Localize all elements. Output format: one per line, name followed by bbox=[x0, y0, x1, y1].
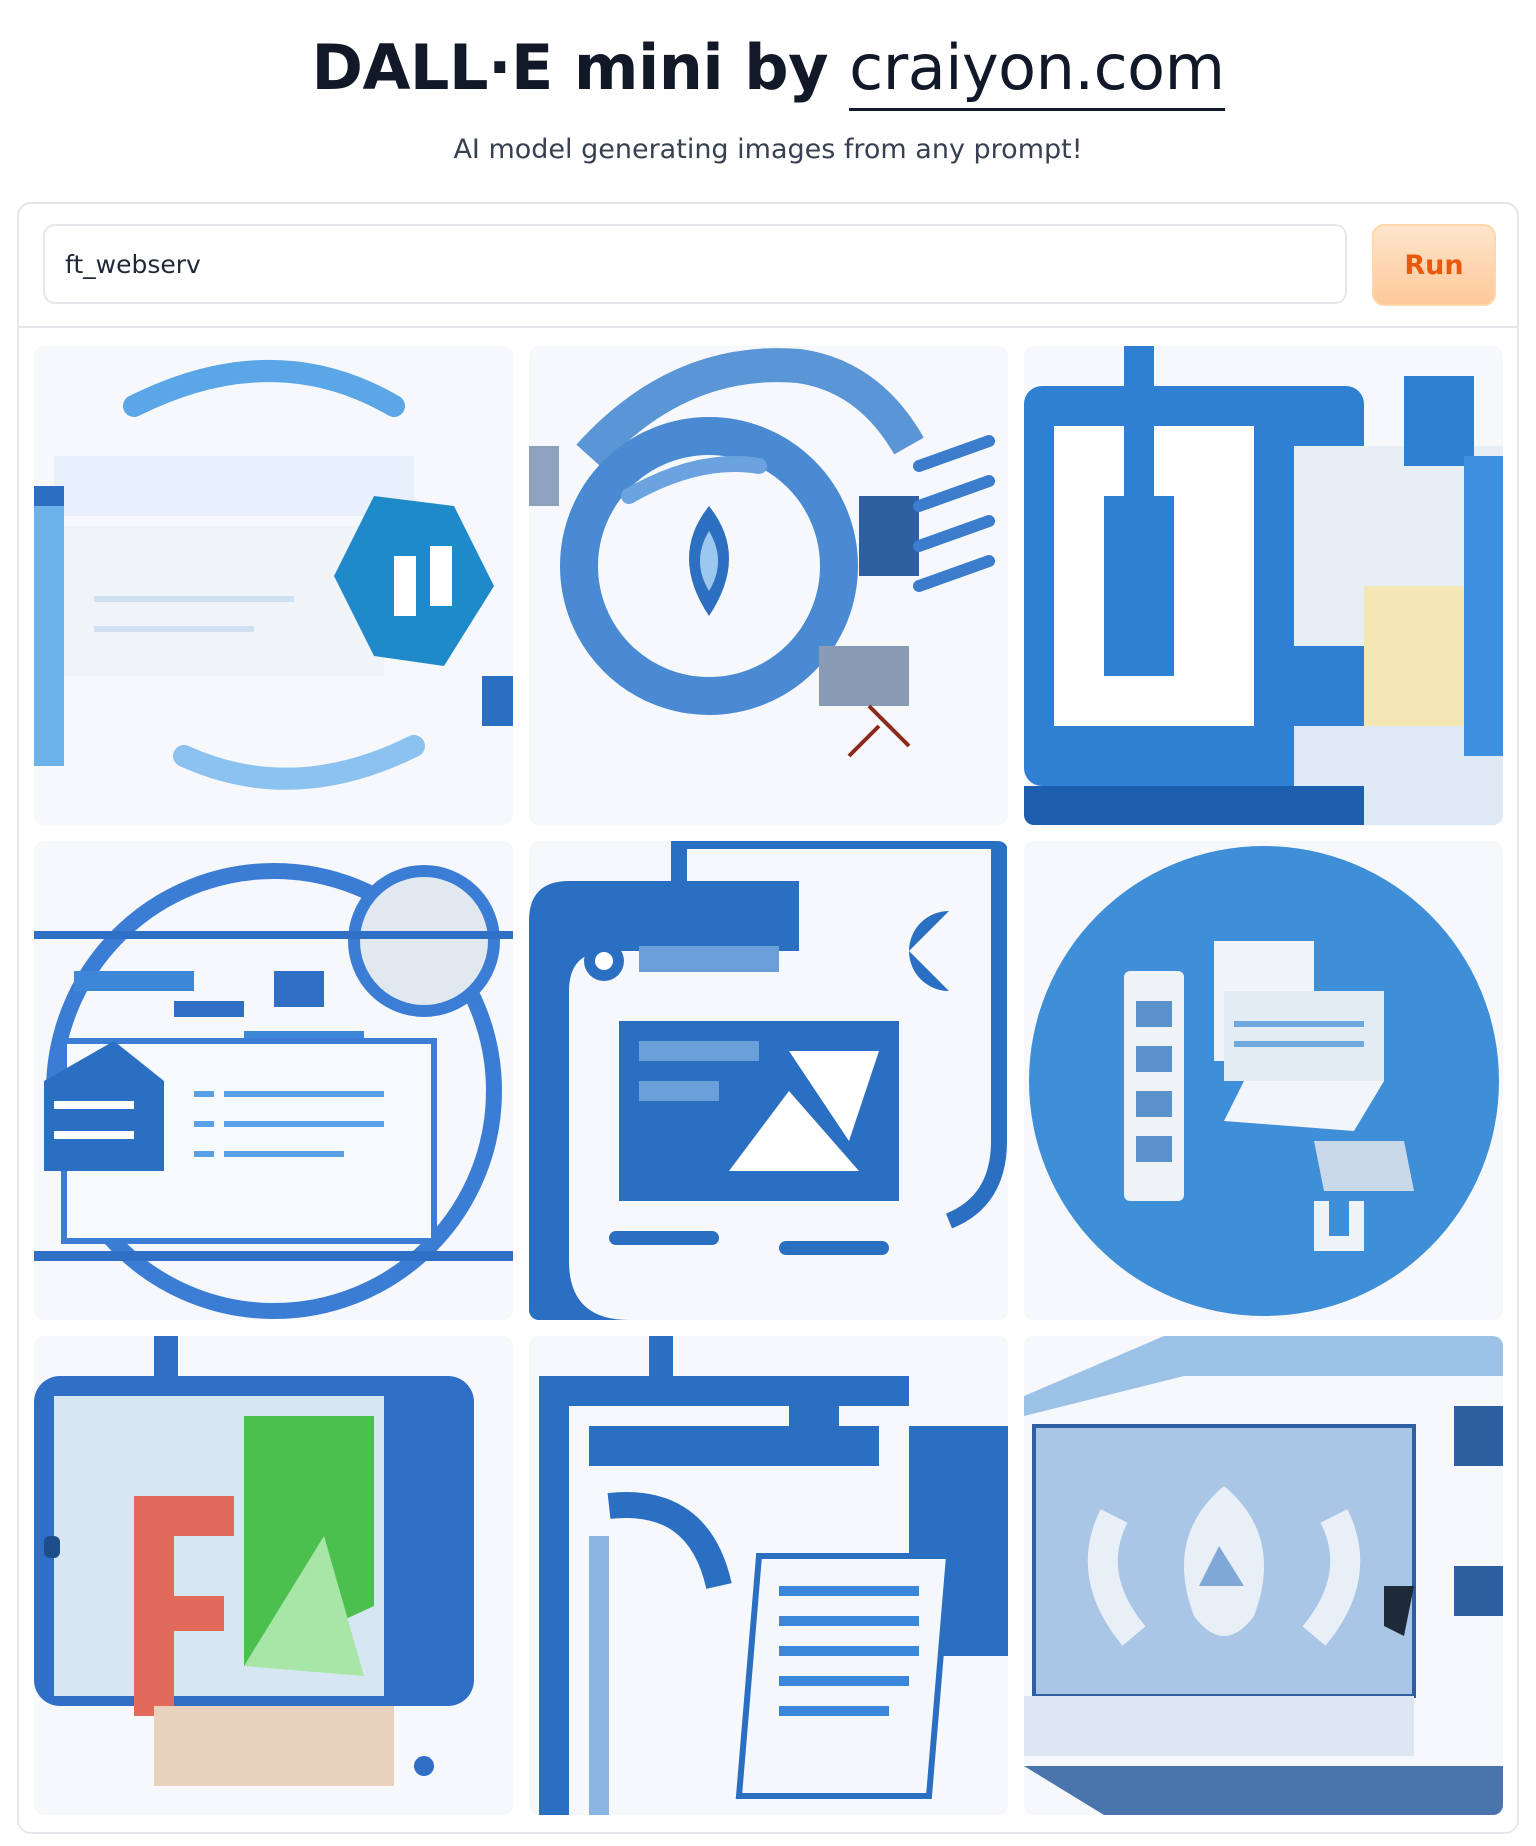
image-5-artwork bbox=[529, 841, 1008, 1320]
page-header: DALL·E mini by craiyon.com AI model gene… bbox=[0, 0, 1536, 190]
image-1-artwork bbox=[34, 346, 513, 825]
image-8-artwork bbox=[529, 1336, 1008, 1815]
image-2-artwork bbox=[529, 346, 1008, 825]
run-button[interactable]: Run bbox=[1372, 224, 1496, 306]
generated-image-6[interactable] bbox=[1024, 841, 1503, 1320]
prompt-input[interactable] bbox=[43, 224, 1347, 304]
image-4-artwork bbox=[34, 841, 513, 1320]
generated-image-9[interactable] bbox=[1024, 1336, 1503, 1815]
generator-panel: Run bbox=[17, 202, 1519, 1834]
prompt-row: Run bbox=[19, 204, 1517, 328]
image-3-artwork bbox=[1024, 346, 1503, 825]
image-grid bbox=[34, 346, 1504, 1816]
generated-image-4[interactable] bbox=[34, 841, 513, 1320]
generated-image-2[interactable] bbox=[529, 346, 1008, 825]
page-subtitle: AI model generating images from any prom… bbox=[453, 134, 1083, 165]
page-title: DALL·E mini by craiyon.com bbox=[0, 28, 1536, 111]
image-9-artwork bbox=[1024, 1336, 1503, 1815]
generated-image-3[interactable] bbox=[1024, 346, 1503, 825]
image-7-artwork bbox=[34, 1336, 513, 1815]
image-6-artwork bbox=[1024, 841, 1503, 1320]
generated-image-7[interactable] bbox=[34, 1336, 513, 1815]
generated-image-1[interactable] bbox=[34, 346, 513, 825]
generated-image-8[interactable] bbox=[529, 1336, 1008, 1815]
title-text: DALL·E mini by bbox=[311, 31, 850, 104]
craiyon-link[interactable]: craiyon.com bbox=[849, 31, 1225, 111]
generated-image-5[interactable] bbox=[529, 841, 1008, 1320]
